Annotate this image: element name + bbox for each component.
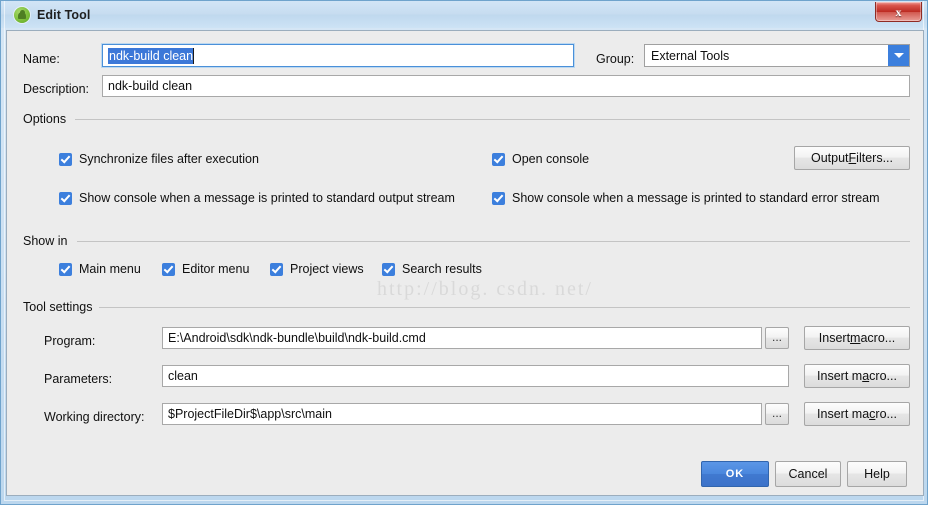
window-title: Edit Tool [37,7,91,22]
insert-macro-label-pre: Insert m [817,369,863,383]
checkbox-project-views[interactable]: Project views [270,262,364,276]
group-select[interactable]: External Tools [644,44,910,67]
title-bar[interactable]: Edit Tool x [1,1,927,28]
options-group-title: Options [23,112,73,126]
checkbox-editor-menu[interactable]: Editor menu [162,262,249,276]
show-in-group-title: Show in [23,234,74,248]
checkbox-label: Open console [512,152,590,166]
checkmark-icon [270,262,283,276]
checkbox-synchronize-files[interactable]: Synchronize files after execution [59,152,259,166]
checkbox-open-console[interactable]: Open console [492,152,589,166]
program-browse-button[interactable]: ... [765,327,789,349]
checkbox-search-results[interactable]: Search results [382,262,482,276]
tool-settings-group-separator [99,307,910,308]
name-input[interactable]: ndk-build clean [102,44,574,67]
program-input[interactable]: E:\Android\sdk\ndk-bundle\build\ndk-buil… [162,327,762,349]
description-input[interactable]: ndk-build clean [102,75,910,97]
checkmark-icon [59,191,72,205]
program-input-value: E:\Android\sdk\ndk-bundle\build\ndk-buil… [168,331,426,345]
checkmark-icon [59,262,72,276]
ok-label: OK [725,468,745,480]
ok-button[interactable]: OK [701,461,769,487]
program-label: Program: [44,334,96,348]
android-robot-icon [14,6,30,23]
checkbox-label: Main menu [79,262,141,276]
checkbox-label: Show console when a message is printed t… [79,191,455,205]
checkbox-label: Synchronize files after execution [79,152,259,166]
insert-macro-accel: m [850,331,861,345]
output-filters-label-pre: Output [811,151,849,165]
cancel-label: Cancel [788,467,828,481]
working-directory-insert-macro-button[interactable]: Insert ma c ro... [804,402,910,426]
insert-macro-label-post: cro... [869,369,897,383]
working-directory-browse-button[interactable]: ... [765,403,789,425]
help-label: Help [864,467,890,481]
parameters-input[interactable]: clean [162,365,789,387]
tool-settings-group-title: Tool settings [23,300,99,314]
group-label: Group: [596,52,635,66]
parameters-label: Parameters: [44,372,113,386]
insert-macro-label-post: acro... [860,331,896,345]
dialog-content: http://blog. csdn. net/ Name: ndk-build … [7,31,923,495]
insert-macro-label-pre: Insert [818,331,851,345]
parameters-input-value: clean [168,369,198,383]
checkbox-label: Show console when a message is printed t… [512,191,880,205]
checkbox-label: Search results [402,262,482,276]
insert-macro-label-pre: Insert ma [817,407,870,421]
working-directory-input-value: $ProjectFileDir$\app\src\main [168,407,332,421]
watermark-text: http://blog. csdn. net/ [377,278,593,300]
checkbox-label: Project views [290,262,364,276]
insert-macro-accel: a [862,369,870,383]
program-insert-macro-button[interactable]: Insert m acro... [804,326,910,350]
options-group-separator [75,119,910,120]
checkmark-icon [492,152,505,166]
group-select-value: External Tools [651,48,730,63]
description-label: Description: [23,82,89,96]
help-button[interactable]: Help [847,461,907,487]
chevron-down-icon[interactable] [888,45,909,66]
close-icon: x [895,4,902,19]
close-button[interactable]: x [875,2,922,22]
output-filters-label-post: ilters... [856,151,893,165]
name-label: Name: [23,52,60,66]
edit-tool-window: Edit Tool x http://blog. csdn. net/ Name… [0,0,928,505]
checkmark-icon [59,152,72,166]
ellipsis-icon: ... [771,406,782,421]
checkmark-icon [382,262,395,276]
checkbox-show-console-stderr[interactable]: Show console when a message is printed t… [492,191,880,205]
checkbox-main-menu[interactable]: Main menu [59,262,141,276]
output-filters-button[interactable]: Output Filters... [794,146,910,170]
ellipsis-icon: ... [771,330,782,345]
checkmark-icon [162,262,175,276]
parameters-insert-macro-button[interactable]: Insert m a cro... [804,364,910,388]
checkbox-label: Editor menu [182,262,250,276]
cancel-button[interactable]: Cancel [775,461,841,487]
checkbox-show-console-stdout[interactable]: Show console when a message is printed t… [59,191,455,205]
working-directory-label: Working directory: [44,410,145,424]
output-filters-accel: F [848,151,857,165]
working-directory-input[interactable]: $ProjectFileDir$\app\src\main [162,403,762,425]
insert-macro-label-post: ro... [875,407,897,421]
checkmark-icon [492,191,505,205]
name-input-value: ndk-build clean [108,47,195,64]
show-in-group-separator [77,241,910,242]
dialog-panel: http://blog. csdn. net/ Name: ndk-build … [6,30,924,496]
description-input-value: ndk-build clean [108,79,193,93]
